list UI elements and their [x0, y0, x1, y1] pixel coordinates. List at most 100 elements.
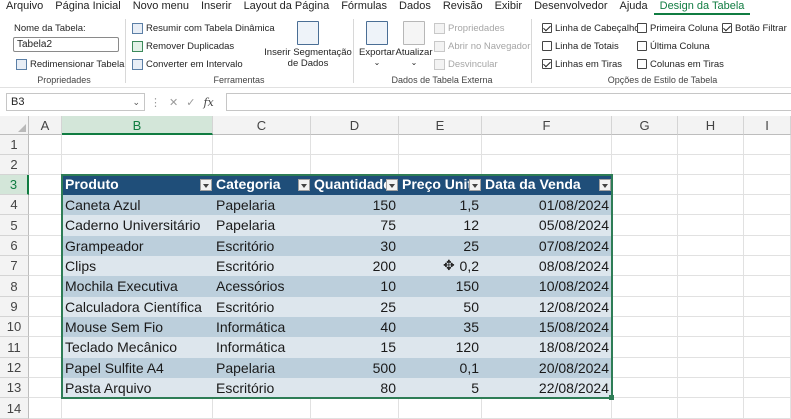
first-column-option[interactable]: Primeira Coluna	[637, 20, 718, 36]
last-column-checkbox[interactable]	[637, 41, 647, 51]
table-cell[interactable]: Caderno Universitário	[62, 215, 213, 236]
table-cell[interactable]: Acessórios	[213, 276, 311, 297]
filter-dropdown-icon[interactable]	[298, 179, 310, 191]
row-header-2[interactable]: 2	[0, 155, 29, 175]
table-cell[interactable]: Papelaria	[213, 358, 311, 378]
column-header-b[interactable]: B	[62, 116, 213, 135]
menu-tab-3[interactable]: Inserir	[195, 0, 238, 15]
table-resize-handle[interactable]	[609, 395, 614, 400]
formula-input[interactable]	[226, 93, 791, 111]
table-cell[interactable]: 18/08/2024	[482, 337, 612, 358]
row-header-9[interactable]: 9	[0, 297, 29, 317]
menu-tab-8[interactable]: Exibir	[489, 0, 529, 15]
table-cell[interactable]: 25	[399, 236, 482, 256]
column-header-h[interactable]: H	[678, 116, 744, 135]
table-cell[interactable]: 08/08/2024	[482, 256, 612, 276]
table-cell[interactable]: Escritório	[213, 297, 311, 317]
table-cell[interactable]: Informática	[213, 317, 311, 337]
table-cell[interactable]: 07/08/2024	[482, 236, 612, 256]
table-header-cell[interactable]: Quantidade	[311, 175, 399, 195]
export-button[interactable]: Exportar ⌄	[358, 21, 396, 67]
filter-dropdown-icon[interactable]	[599, 179, 611, 191]
name-box-chevron-icon[interactable]: ⌄	[132, 94, 140, 110]
last-column-option[interactable]: Última Coluna	[637, 38, 710, 54]
column-header-e[interactable]: E	[399, 116, 482, 135]
table-header-cell[interactable]: Preço Unit.	[399, 175, 482, 195]
insert-slicer-button[interactable]: Inserir Segmentação de Dados	[264, 21, 352, 69]
table-cell[interactable]: 35	[399, 317, 482, 337]
table-cell[interactable]: Escritório	[213, 256, 311, 276]
table-cell[interactable]: 05/08/2024	[482, 215, 612, 236]
table-cell[interactable]: 10/08/2024	[482, 276, 612, 297]
summarize-pivot-button[interactable]: Resumir com Tabela Dinâmica	[132, 20, 275, 36]
enter-icon[interactable]: ✓	[186, 96, 195, 109]
banded-columns-option[interactable]: Colunas em Tiras	[637, 56, 724, 72]
table-cell[interactable]: Teclado Mecânico	[62, 337, 213, 358]
table-header-cell[interactable]: Produto	[62, 175, 213, 195]
table-cell[interactable]: Grampeador	[62, 236, 213, 256]
table-header-cell[interactable]: Data da Venda	[482, 175, 612, 195]
spreadsheet-grid[interactable]: A B C D E F G H I 1 2 3 4 5 6 7 8 9 10 11 12 13 14 Produto Categ…	[0, 116, 791, 419]
total-row-option[interactable]: Linha de Totais	[542, 38, 619, 54]
table-cell[interactable]: 20/08/2024	[482, 358, 612, 378]
table-header-cell[interactable]: Categoria	[213, 175, 311, 195]
refresh-button[interactable]: Atualizar ⌄	[396, 21, 432, 67]
table-cell[interactable]: Papelaria	[213, 195, 311, 215]
table-cell[interactable]: 30	[311, 236, 399, 256]
banded-columns-checkbox[interactable]	[637, 59, 647, 69]
insert-function-icon[interactable]: fx	[203, 96, 213, 109]
header-row-option[interactable]: Linha de Cabeçalho	[542, 20, 640, 36]
more-options-icon[interactable]: ⋮	[150, 96, 161, 109]
remove-duplicates-button[interactable]: Remover Duplicadas	[132, 38, 234, 54]
table-cell[interactable]: 22/08/2024	[482, 378, 612, 398]
total-row-checkbox[interactable]	[542, 41, 552, 51]
convert-range-button[interactable]: Converter em Intervalo	[132, 56, 243, 72]
row-header-4[interactable]: 4	[0, 195, 29, 215]
column-header-i[interactable]: I	[744, 116, 791, 135]
unlink-button[interactable]: Desvincular	[434, 56, 498, 72]
table-cell[interactable]: 12	[399, 215, 482, 236]
filter-dropdown-icon[interactable]	[386, 179, 398, 191]
menu-tab-10[interactable]: Ajuda	[613, 0, 653, 15]
table-cell[interactable]: 0,1	[399, 358, 482, 378]
first-column-checkbox[interactable]	[637, 23, 647, 33]
table-cell[interactable]: Mouse Sem Fio	[62, 317, 213, 337]
filter-button-checkbox[interactable]	[722, 23, 732, 33]
banded-rows-checkbox[interactable]	[542, 59, 552, 69]
row-header-10[interactable]: 10	[0, 317, 29, 337]
filter-dropdown-icon[interactable]	[200, 179, 212, 191]
column-header-g[interactable]: G	[612, 116, 678, 135]
table-cell[interactable]: 12/08/2024	[482, 297, 612, 317]
menu-tab-1[interactable]: Página Inicial	[49, 0, 126, 15]
table-cell[interactable]: Escritório	[213, 236, 311, 256]
menu-tab-6[interactable]: Dados	[393, 0, 437, 15]
table-cell[interactable]: 120	[399, 337, 482, 358]
menu-tab-7[interactable]: Revisão	[437, 0, 489, 15]
row-header-8[interactable]: 8	[0, 276, 29, 297]
table-cell[interactable]: 0,2	[399, 256, 482, 276]
row-header-13[interactable]: 13	[0, 378, 29, 398]
row-header-7[interactable]: 7	[0, 256, 29, 276]
menu-tab-0[interactable]: Arquivo	[0, 0, 49, 15]
table-cell[interactable]: 75	[311, 215, 399, 236]
row-header-6[interactable]: 6	[0, 236, 29, 256]
table-cell[interactable]: 01/08/2024	[482, 195, 612, 215]
table-cell[interactable]: 1,5	[399, 195, 482, 215]
table-name-input[interactable]: Tabela2	[13, 37, 119, 52]
table-cell[interactable]: Mochila Executiva	[62, 276, 213, 297]
table-cell[interactable]: Clips	[62, 256, 213, 276]
row-header-12[interactable]: 12	[0, 358, 29, 378]
header-row-checkbox[interactable]	[542, 23, 552, 33]
menu-tab-11[interactable]: Design da Tabela	[653, 0, 751, 15]
row-header-1[interactable]: 1	[0, 135, 29, 155]
table-cell[interactable]: 150	[311, 195, 399, 215]
table-cell[interactable]: Pasta Arquivo	[62, 378, 213, 398]
table-cell[interactable]: 50	[399, 297, 482, 317]
table-cell[interactable]: 150	[399, 276, 482, 297]
table-cell[interactable]: 15	[311, 337, 399, 358]
row-header-14[interactable]: 14	[0, 398, 29, 419]
row-header-11[interactable]: 11	[0, 337, 29, 358]
table-cell[interactable]: Calculadora Científica	[62, 297, 213, 317]
table-cell[interactable]: 500	[311, 358, 399, 378]
column-header-c[interactable]: C	[213, 116, 311, 135]
